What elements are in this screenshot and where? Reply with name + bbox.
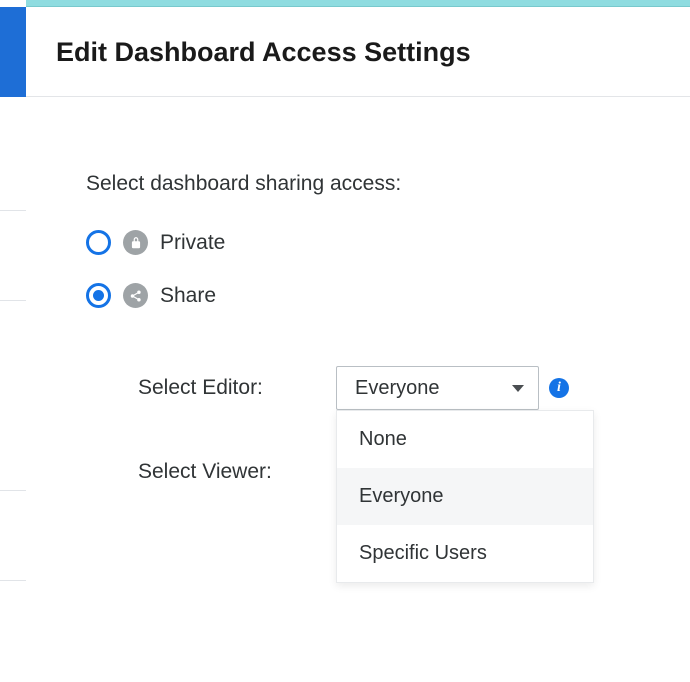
radio-private-label: Private [160,231,225,255]
sidebar-active-indicator [0,7,26,97]
left-sidebar-strip [0,0,26,682]
dropdown-option-specific-users[interactable]: Specific Users [337,525,593,582]
radio-private[interactable] [86,230,111,255]
caret-down-icon [512,385,524,392]
select-editor-value: Everyone [355,377,440,400]
info-icon[interactable]: i [549,378,569,398]
select-editor-dropdown[interactable]: Everyone [336,366,539,410]
radio-share[interactable] [86,283,111,308]
sidebar-divider [0,580,26,581]
radio-option-private[interactable]: Private [86,230,690,255]
share-icon [123,283,148,308]
sidebar-divider [0,210,26,211]
dropdown-option-none[interactable]: None [337,411,593,468]
radio-option-share[interactable]: Share [86,283,690,308]
dialog-header: Edit Dashboard Access Settings [26,7,690,97]
select-viewer-label: Select Viewer: [138,460,288,484]
sidebar-divider [0,300,26,301]
top-accent-bar [26,0,690,7]
sharing-access-label: Select dashboard sharing access: [86,172,690,196]
editor-row: Select Editor: Everyone i None Everyone … [138,366,690,410]
sharing-radio-group: Private Share [86,230,690,308]
sidebar-divider [0,490,26,491]
select-editor-label: Select Editor: [138,376,288,400]
dropdown-option-everyone[interactable]: Everyone [337,468,593,525]
page-title: Edit Dashboard Access Settings [56,37,690,68]
lock-icon [123,230,148,255]
editor-dropdown-menu: None Everyone Specific Users [336,410,594,583]
radio-share-label: Share [160,284,216,308]
